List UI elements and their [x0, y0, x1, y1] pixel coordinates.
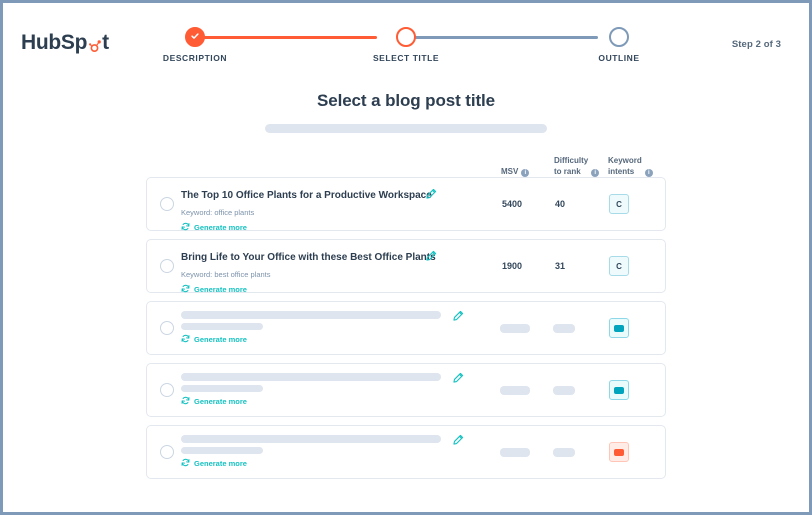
cell-difficulty: 31 [555, 261, 565, 271]
subtitle-placeholder-bar [265, 124, 547, 133]
generate-more-button[interactable]: Generate more [181, 222, 657, 234]
row-title-placeholder [181, 435, 441, 443]
table-row[interactable]: Generate more [146, 425, 666, 479]
app-window: HubSp t Step 2 of 3 [0, 0, 812, 515]
column-header-keyword-intents: Keyword intents i [608, 156, 653, 177]
cell-msv-placeholder [500, 386, 530, 395]
radio-unselected-icon[interactable] [160, 197, 174, 211]
radio-unselected-icon[interactable] [160, 321, 174, 335]
refresh-icon [181, 458, 190, 470]
cell-difficulty-placeholder [553, 386, 575, 395]
row-content: Generate more [181, 311, 657, 346]
status-badge[interactable] [609, 380, 629, 400]
row-keyword: Keyword: office plants [181, 208, 657, 218]
status-badge[interactable] [609, 318, 629, 338]
stepper-node-description[interactable] [185, 27, 205, 47]
cell-difficulty-placeholder [553, 448, 575, 457]
step-counter: Step 2 of 3 [732, 39, 781, 50]
stepper-node-outline[interactable] [609, 27, 629, 47]
generate-more-label: Generate more [194, 335, 247, 345]
table-row[interactable]: The Top 10 Office Plants for a Productiv… [146, 177, 666, 231]
column-header-difficulty: Difficulty to rank i [554, 156, 599, 177]
stepper-track-upcoming [410, 36, 598, 39]
stepper-label-description: DESCRIPTION [163, 53, 227, 63]
refresh-icon [181, 334, 190, 346]
row-title[interactable]: The Top 10 Office Plants for a Productiv… [181, 190, 432, 202]
row-content: Bring Life to Your Office with these Bes… [181, 249, 657, 296]
generate-more-button[interactable]: Generate more [181, 458, 657, 470]
column-headers: MSV i Difficulty to rank i Keyword inten… [146, 149, 666, 177]
stepper-label-outline: OUTLINE [598, 53, 639, 63]
generate-more-label: Generate more [194, 285, 247, 295]
column-header-difficulty-label-line1: Difficulty [554, 156, 588, 167]
table-row[interactable]: Bring Life to Your Office with these Bes… [146, 239, 666, 293]
stepper-label-select-title: SELECT TITLE [373, 53, 439, 63]
info-icon[interactable]: i [645, 169, 653, 177]
column-header-intents-label-line1: Keyword [608, 156, 642, 167]
status-badge-placeholder [614, 387, 624, 394]
app-header: HubSp t Step 2 of 3 [3, 3, 809, 75]
row-content: Generate more [181, 435, 657, 470]
refresh-icon [181, 396, 190, 408]
refresh-icon [181, 222, 190, 234]
cell-difficulty: 40 [555, 199, 565, 209]
status-badge[interactable] [609, 442, 629, 462]
progress-stepper: DESCRIPTION SELECT TITLE OUTLINE [163, 27, 628, 71]
info-icon[interactable]: i [591, 169, 599, 177]
column-header-msv: MSV i [501, 167, 529, 178]
row-keyword-placeholder [181, 385, 263, 392]
title-list-section: MSV i Difficulty to rank i Keyword inten… [146, 149, 666, 479]
column-header-difficulty-label-line2: to rank [554, 167, 588, 178]
pencil-edit-icon[interactable] [452, 371, 464, 383]
pencil-edit-icon[interactable] [452, 309, 464, 321]
hubspot-sprocket-icon [87, 36, 102, 51]
pencil-edit-icon[interactable] [425, 249, 437, 261]
row-title-placeholder [181, 373, 441, 381]
check-icon [190, 28, 200, 46]
radio-unselected-icon[interactable] [160, 445, 174, 459]
status-badge[interactable]: C [609, 194, 629, 214]
info-icon[interactable]: i [521, 169, 529, 177]
status-badge-placeholder [614, 449, 624, 456]
generate-more-button[interactable]: Generate more [181, 284, 657, 296]
cell-msv-placeholder [500, 448, 530, 457]
row-content: The Top 10 Office Plants for a Productiv… [181, 187, 657, 234]
cell-msv-placeholder [500, 324, 530, 333]
cell-msv: 1900 [502, 261, 522, 271]
generate-more-label: Generate more [194, 397, 247, 407]
radio-unselected-icon[interactable] [160, 259, 174, 273]
row-title[interactable]: Bring Life to Your Office with these Bes… [181, 252, 436, 264]
logo-text-end: t [102, 31, 109, 55]
hubspot-logo[interactable]: HubSp t [21, 31, 109, 55]
pencil-edit-icon[interactable] [452, 433, 464, 445]
row-title-placeholder [181, 311, 441, 319]
generate-more-label: Generate more [194, 459, 247, 469]
generate-more-button[interactable]: Generate more [181, 396, 657, 408]
row-keyword: Keyword: best office plants [181, 270, 657, 280]
pencil-edit-icon[interactable] [425, 187, 437, 199]
status-badge-placeholder [614, 325, 624, 332]
column-header-msv-label: MSV [501, 167, 518, 178]
row-keyword-placeholder [181, 323, 263, 330]
row-content: Generate more [181, 373, 657, 408]
row-keyword-placeholder [181, 447, 263, 454]
generate-more-label: Generate more [194, 223, 247, 233]
logo-text-start: HubSp [21, 31, 87, 55]
stepper-node-select-title[interactable] [396, 27, 416, 47]
cell-msv: 5400 [502, 199, 522, 209]
column-header-intents-label-line2: intents [608, 167, 642, 178]
stepper-track-completed [195, 36, 377, 39]
table-row[interactable]: Generate more [146, 301, 666, 355]
table-row[interactable]: Generate more [146, 363, 666, 417]
page-title: Select a blog post title [3, 91, 809, 111]
radio-unselected-icon[interactable] [160, 383, 174, 397]
status-badge[interactable]: C [609, 256, 629, 276]
cell-difficulty-placeholder [553, 324, 575, 333]
generate-more-button[interactable]: Generate more [181, 334, 657, 346]
refresh-icon [181, 284, 190, 296]
